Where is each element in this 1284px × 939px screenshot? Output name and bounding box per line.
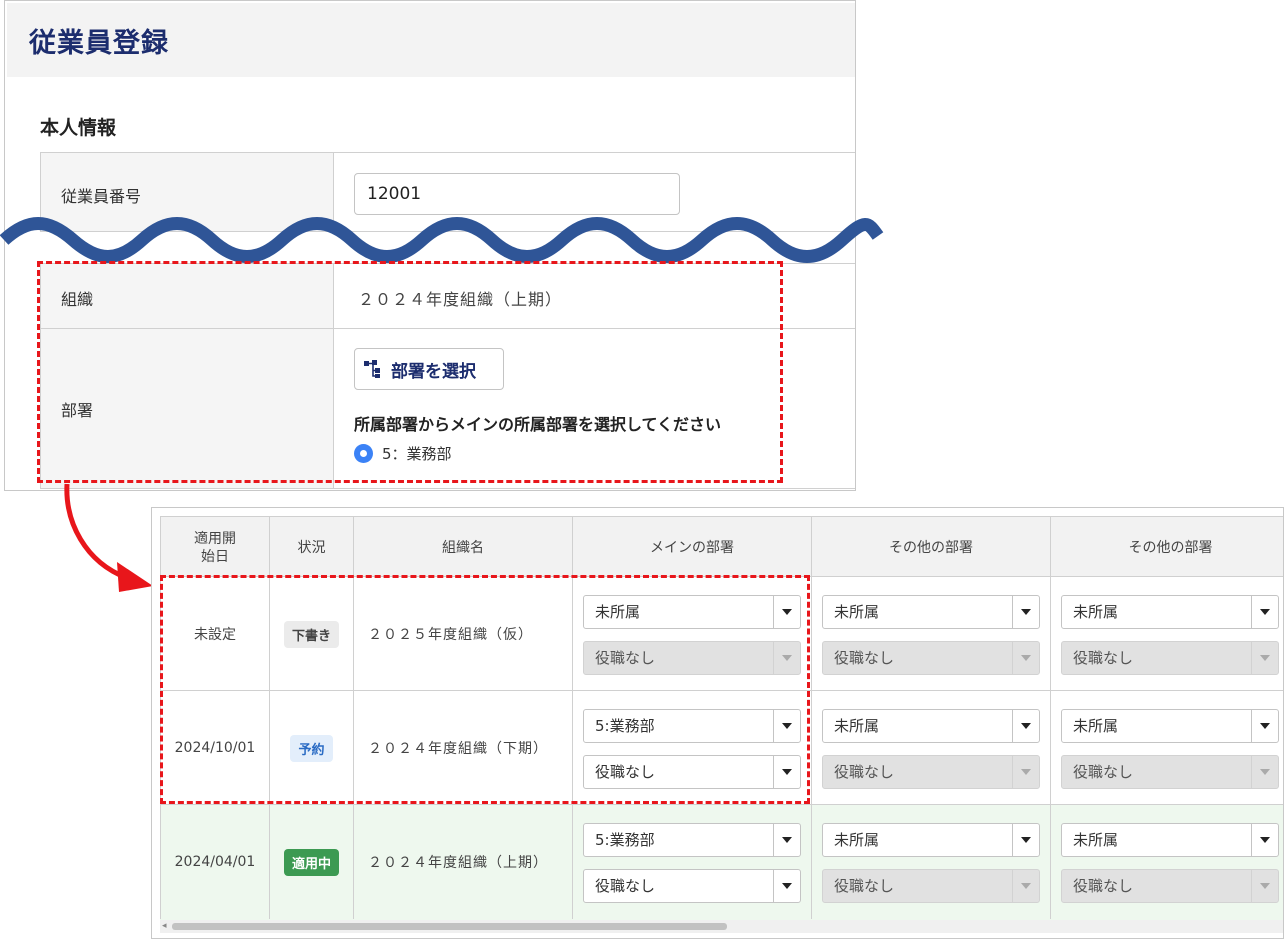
table-header: 適用開始日 状況 組織名 メインの部署 その他の部署 その他の部署 [160, 516, 1283, 578]
header-main-dept: メインの部署 [572, 517, 811, 578]
header-start-date-label: 適用開始日 [194, 530, 236, 565]
other-dept-1-value: 未所属 [834, 831, 880, 849]
status-badge: 適用中 [283, 848, 339, 876]
other-dept-1-value: 未所属 [834, 717, 880, 735]
chevron-down-icon[interactable] [773, 824, 800, 856]
employee-number-label: 従業員番号 [61, 187, 142, 206]
start-date-cell: 2024/04/01 [160, 805, 269, 919]
header-start-date: 適用開始日 [160, 517, 269, 578]
other-dept-1-select[interactable]: 未所属 [822, 823, 1040, 857]
scrollbar-thumb[interactable] [172, 923, 727, 930]
horizontal-scrollbar[interactable]: ◂ [160, 920, 1283, 933]
chevron-down-icon[interactable] [1012, 824, 1039, 856]
other-dept-1-cell: 未所属 役職なし [811, 805, 1050, 919]
other-dept-2-select[interactable]: 未所属 [1061, 823, 1279, 857]
other-dept-1-select[interactable]: 未所属 [822, 595, 1040, 629]
other-dept-1-cell: 未所属 役職なし [811, 691, 1050, 805]
other-dept-2-cell: 未所属 役職なし [1050, 577, 1283, 691]
org-name-cell: ２０２４年度組織（上期） [353, 805, 572, 919]
chevron-down-icon [1251, 870, 1278, 902]
other-role-1-value: 役職なし [834, 763, 895, 781]
table-row: 2024/04/01 適用中 ２０２４年度組織（上期） 5:業務部 役職なし 未… [160, 805, 1283, 920]
other-role-2-value: 役職なし [1073, 877, 1134, 895]
other-dept-2-select[interactable]: 未所属 [1061, 595, 1279, 629]
other-dept-2-select[interactable]: 未所属 [1061, 709, 1279, 743]
other-role-1-select: 役職なし [822, 641, 1040, 675]
other-role-2-select: 役職なし [1061, 869, 1279, 903]
other-role-1-select: 役職なし [822, 869, 1040, 903]
chevron-down-icon [1012, 642, 1039, 674]
page-title: 従業員登録 [29, 28, 169, 59]
other-dept-1-cell: 未所属 役職なし [811, 577, 1050, 691]
status-cell: 適用中 [269, 805, 353, 919]
other-dept-1-select[interactable]: 未所属 [822, 709, 1040, 743]
chevron-down-icon[interactable] [773, 870, 800, 902]
main-dept-select[interactable]: 5:業務部 [583, 823, 801, 857]
header-org-name: 組織名 [353, 517, 572, 578]
chevron-down-icon [1012, 756, 1039, 788]
header-status: 状況 [269, 517, 353, 578]
other-dept-2-cell: 未所属 役職なし [1050, 805, 1283, 919]
title-bar: 従業員登録 [7, 3, 855, 77]
main-dept-value: 5:業務部 [595, 831, 655, 849]
other-role-2-value: 役職なし [1073, 649, 1134, 667]
main-role-select[interactable]: 役職なし [583, 869, 801, 903]
start-date: 2024/04/01 [174, 854, 256, 870]
org-name: ２０２４年度組織（上期） [368, 855, 548, 871]
other-role-1-value: 役職なし [834, 649, 895, 667]
other-role-2-select: 役職なし [1061, 641, 1279, 675]
section-title: 本人情報 [40, 117, 117, 139]
curved-arrow-icon [64, 483, 153, 592]
chevron-down-icon [1251, 642, 1278, 674]
chevron-down-icon[interactable] [1012, 596, 1039, 628]
chevron-down-icon[interactable] [1251, 596, 1278, 628]
other-dept-2-value: 未所属 [1073, 717, 1119, 735]
main-dept-cell: 5:業務部 役職なし [572, 805, 811, 919]
wave-separator [0, 217, 884, 263]
other-role-2-select: 役職なし [1061, 755, 1279, 789]
other-role-2-value: 役職なし [1073, 763, 1134, 781]
chevron-down-icon[interactable] [1012, 710, 1039, 742]
highlight-box-future-rows [160, 575, 810, 804]
chevron-down-icon [1251, 756, 1278, 788]
scroll-left-arrow-icon[interactable]: ◂ [162, 921, 167, 931]
main-role-value: 役職なし [595, 877, 656, 895]
chevron-down-icon [1012, 870, 1039, 902]
employee-number-input[interactable]: 12001 [354, 173, 680, 215]
other-role-1-select: 役職なし [822, 755, 1040, 789]
chevron-down-icon[interactable] [1251, 824, 1278, 856]
header-other-dept-2: その他の部署 [1050, 517, 1283, 578]
other-role-1-value: 役職なし [834, 877, 895, 895]
highlight-box-org-dept [37, 261, 783, 483]
header-other-dept-1: その他の部署 [811, 517, 1050, 578]
other-dept-2-cell: 未所属 役職なし [1050, 691, 1283, 805]
other-dept-1-value: 未所属 [834, 603, 880, 621]
other-dept-2-value: 未所属 [1073, 831, 1119, 849]
other-dept-2-value: 未所属 [1073, 603, 1119, 621]
chevron-down-icon[interactable] [1251, 710, 1278, 742]
